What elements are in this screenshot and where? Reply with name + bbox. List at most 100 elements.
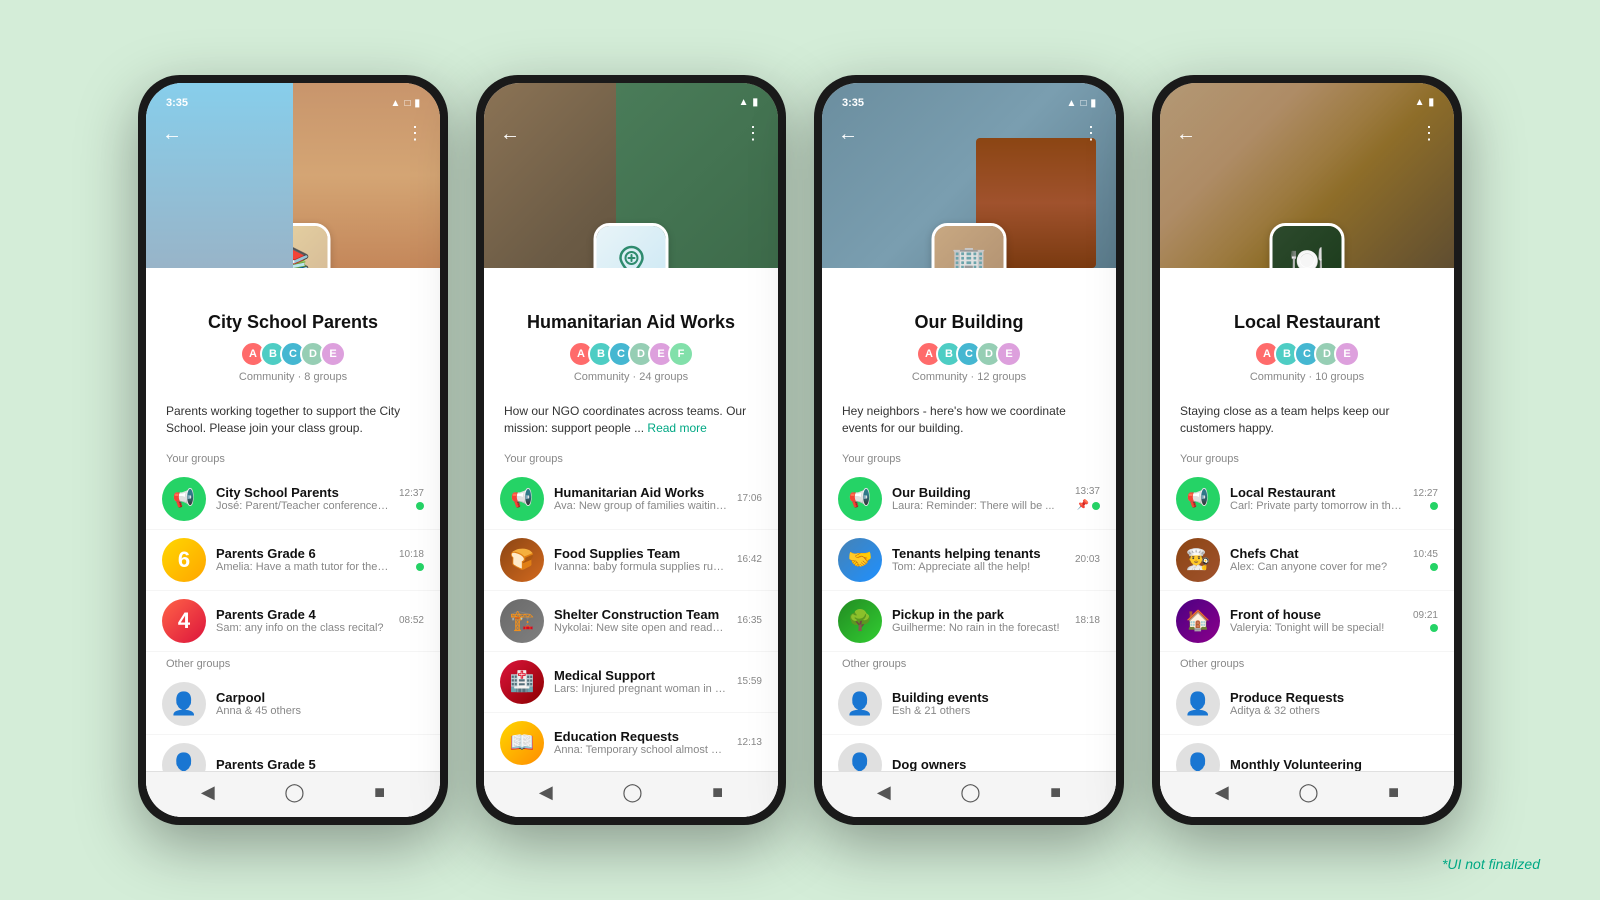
menu-dots-3[interactable]: ⋮: [1082, 123, 1100, 144]
group-right: 15:59: [737, 676, 762, 687]
read-more-link[interactable]: Read more: [647, 421, 706, 435]
pin-icon: 📌: [1077, 500, 1089, 511]
group-item[interactable]: 👨‍🍳 Chefs Chat Alex: Can anyone cover fo…: [1160, 530, 1454, 591]
group-item[interactable]: 🤝 Tenants helping tenants Tom: Appreciat…: [822, 530, 1116, 591]
group-info: City School Parents José: Parent/Teacher…: [216, 485, 389, 512]
avatar-6: F: [668, 341, 694, 367]
group-right: 10:45: [1413, 549, 1438, 571]
recents-nav-btn[interactable]: ■: [1050, 782, 1061, 803]
group-time: 12:27: [1413, 488, 1438, 499]
status-icons-4: ▲ ▮: [1415, 97, 1434, 108]
group-preview: Guilherme: No rain in the forecast!: [892, 622, 1065, 634]
menu-dots-4[interactable]: ⋮: [1420, 123, 1438, 144]
group-item[interactable]: 📢 Humanitarian Aid Works Ava: New group …: [484, 469, 778, 530]
avatar-row-3: A B C D E: [842, 341, 1096, 367]
avatar-5: E: [1334, 341, 1360, 367]
unread-dot: [416, 502, 424, 510]
group-item[interactable]: 6 Parents Grade 6 Amelia: Have a math tu…: [146, 530, 440, 591]
group-list-1[interactable]: 📢 City School Parents José: Parent/Teach…: [146, 469, 440, 771]
group-time: 15:59: [737, 676, 762, 687]
status-icons-2: ▲ ▮: [739, 97, 758, 108]
group-preview: Ivanna: baby formula supplies running ..…: [554, 561, 727, 573]
back-nav-btn[interactable]: ◀: [539, 782, 553, 803]
back-button-2[interactable]: ←: [500, 123, 520, 146]
group-item[interactable]: 👤 Carpool Anna & 45 others: [146, 674, 440, 735]
group-name: Our Building: [892, 485, 1065, 500]
group-item[interactable]: 4 Parents Grade 4 Sam: any info on the c…: [146, 591, 440, 652]
group-avatar: 🏠: [1176, 599, 1220, 643]
group-item[interactable]: 🏠 Front of house Valeryia: Tonight will …: [1160, 591, 1454, 652]
group-list-3[interactable]: 📢 Our Building Laura: Reminder: There wi…: [822, 469, 1116, 771]
group-preview: Carl: Private party tomorrow in the ...: [1230, 500, 1403, 512]
home-nav-btn[interactable]: ◯: [284, 782, 304, 803]
community-info-1: City School Parents A B C D E Community …: [146, 268, 440, 395]
group-time: 10:45: [1413, 549, 1438, 560]
group-item[interactable]: 👤 Building events Esh & 21 others: [822, 674, 1116, 735]
menu-dots-1[interactable]: ⋮: [406, 123, 424, 144]
group-item[interactable]: 👤 Parents Grade 5: [146, 735, 440, 771]
group-item[interactable]: 🏥 Medical Support Lars: Injured pregnant…: [484, 652, 778, 713]
group-preview: Amelia: Have a math tutor for the upco..…: [216, 561, 389, 573]
community-meta-3: Community · 12 groups: [842, 371, 1096, 383]
back-button-4[interactable]: ←: [1176, 123, 1196, 146]
recents-nav-btn[interactable]: ■: [374, 782, 385, 803]
group-preview: Lars: Injured pregnant woman in need ...: [554, 683, 727, 695]
group-preview: Nykolai: New site open and ready for ...: [554, 622, 727, 634]
group-preview: Sam: any info on the class recital?: [216, 622, 389, 634]
group-info: Monthly Volunteering: [1230, 757, 1438, 771]
community-name-4: Local Restaurant: [1180, 312, 1434, 333]
group-info: Building events Esh & 21 others: [892, 690, 1100, 717]
hero-image-4: ▲ ▮ ← ⋮ 🍽️: [1160, 83, 1454, 268]
group-item[interactable]: 🍞 Food Supplies Team Ivanna: baby formul…: [484, 530, 778, 591]
group-avatar: 🏥: [500, 660, 544, 704]
back-nav-btn[interactable]: ◀: [877, 782, 891, 803]
group-list-4[interactable]: 📢 Local Restaurant Carl: Private party t…: [1160, 469, 1454, 771]
back-nav-btn[interactable]: ◀: [201, 782, 215, 803]
speaker-icon: 📢: [511, 488, 533, 509]
signal-icon: ▲: [1415, 97, 1425, 108]
group-preview: Valeryia: Tonight will be special!: [1230, 622, 1403, 634]
home-nav-btn[interactable]: ◯: [622, 782, 642, 803]
recents-nav-btn[interactable]: ■: [712, 782, 723, 803]
group-item[interactable]: 📢 Our Building Laura: Reminder: There wi…: [822, 469, 1116, 530]
community-desc-1: Parents working together to support the …: [146, 395, 440, 447]
home-nav-btn[interactable]: ◯: [960, 782, 980, 803]
group-info: Pickup in the park Guilherme: No rain in…: [892, 607, 1065, 634]
group-avatar: 👨‍🍳: [1176, 538, 1220, 582]
your-groups-label-3: Your groups: [822, 447, 1116, 469]
group-avatar: 📢: [500, 477, 544, 521]
group-info: Parents Grade 6 Amelia: Have a math tuto…: [216, 546, 389, 573]
group-list-2[interactable]: 📢 Humanitarian Aid Works Ava: New group …: [484, 469, 778, 771]
signal-icon: ▲: [739, 97, 749, 108]
disclaimer-text: *UI not finalized: [1442, 856, 1540, 872]
group-item[interactable]: 👤 Monthly Volunteering: [1160, 735, 1454, 771]
group-item[interactable]: 📢 Local Restaurant Carl: Private party t…: [1160, 469, 1454, 530]
hero-image-3: 3:35 ▲ □ ▮ ← ⋮ 🏢: [822, 83, 1116, 268]
group-icon-restaurant: 🍽️: [1273, 226, 1342, 268]
status-time-1: 3:35: [166, 97, 188, 109]
group-avatar: 🍞: [500, 538, 544, 582]
group-item[interactable]: 👤 Dog owners: [822, 735, 1116, 771]
group-item[interactable]: 🌳 Pickup in the park Guilherme: No rain …: [822, 591, 1116, 652]
back-nav-btn[interactable]: ◀: [1215, 782, 1229, 803]
hero-image-2: ▲ ▮ ← ⋮: [484, 83, 778, 268]
group-item[interactable]: 📢 City School Parents José: Parent/Teach…: [146, 469, 440, 530]
group-avatar: 📢: [1176, 477, 1220, 521]
group-preview: Tom: Appreciate all the help!: [892, 561, 1065, 573]
group-item[interactable]: 📖 Education Requests Anna: Temporary sch…: [484, 713, 778, 771]
group-icon-2: [594, 223, 669, 268]
home-nav-btn[interactable]: ◯: [1298, 782, 1318, 803]
menu-dots-2[interactable]: ⋮: [744, 123, 762, 144]
group-time: 12:37: [399, 488, 424, 499]
group-item[interactable]: 👤 Produce Requests Aditya & 32 others: [1160, 674, 1454, 735]
battery-icon: ▮: [1090, 98, 1096, 109]
group-item[interactable]: 🏗️ Shelter Construction Team Nykolai: Ne…: [484, 591, 778, 652]
group-name: Education Requests: [554, 729, 727, 744]
back-button-1[interactable]: ←: [162, 123, 182, 146]
group-name: Produce Requests: [1230, 690, 1438, 705]
group-info: Medical Support Lars: Injured pregnant w…: [554, 668, 727, 695]
group-avatar: 🤝: [838, 538, 882, 582]
recents-nav-btn[interactable]: ■: [1388, 782, 1399, 803]
group-preview: Esh & 21 others: [892, 705, 1100, 717]
back-button-3[interactable]: ←: [838, 123, 858, 146]
